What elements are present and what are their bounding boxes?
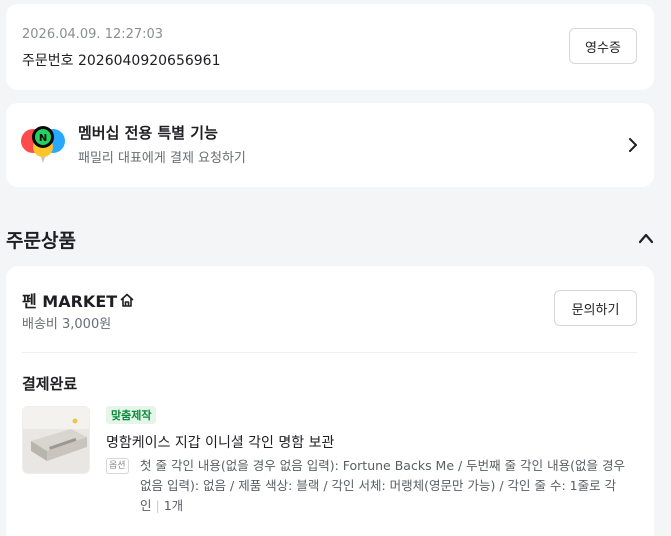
product-thumbnail[interactable] <box>22 406 90 474</box>
section-title: 주문상품 <box>6 230 76 252</box>
order-number: 주문번호 2026040920656961 <box>22 53 221 69</box>
chevron-right-icon <box>629 138 637 152</box>
divider <box>22 352 637 353</box>
payment-status: 결제완료 <box>22 375 78 393</box>
inquiry-button[interactable]: 문의하기 <box>554 290 637 326</box>
chevron-up-icon[interactable] <box>637 231 655 245</box>
shipping-fee: 배송비 3,000원 <box>22 317 112 332</box>
membership-feature-card[interactable]: N 멤버십 전용 특별 기능 패밀리 대표에게 결제 요청하기 <box>6 103 654 187</box>
quantity: 1개 <box>163 498 184 513</box>
order-datetime: 2026.04.09. 12:27:03 <box>22 27 164 42</box>
seller-name[interactable]: 펜 MARKET <box>22 288 135 312</box>
option-text: 첫 줄 각인 내용(없을 경우 없음 입력): Fortune Backs Me… <box>140 456 640 516</box>
product-name[interactable]: 명함케이스 지갑 이니셜 각인 명함 보관 <box>106 432 334 452</box>
option-badge: 옵션 <box>106 458 129 474</box>
membership-bubbles-icon: N <box>21 126 65 163</box>
receipt-button[interactable]: 영수증 <box>569 28 637 64</box>
membership-subtitle: 패밀리 대표에게 결제 요청하기 <box>78 151 246 166</box>
option-detail: 첫 줄 각인 내용(없을 경우 없음 입력): Fortune Backs Me… <box>140 458 625 513</box>
svg-text:N: N <box>39 133 47 144</box>
seller-name-label: 펜 MARKET <box>22 292 118 311</box>
membership-title: 멤버십 전용 특별 기능 <box>78 124 218 142</box>
ordered-product-card: 펜 MARKET 배송비 3,000원 문의하기 결제완료 맞춤제작 명함케이스… <box>6 266 654 536</box>
home-icon <box>120 293 134 307</box>
order-info-card: 2026.04.09. 12:27:03 주문번호 20260409206569… <box>6 4 654 90</box>
qty-separator: | <box>155 498 160 513</box>
custom-made-badge: 맞춤제작 <box>106 406 157 424</box>
product-image <box>23 407 89 473</box>
